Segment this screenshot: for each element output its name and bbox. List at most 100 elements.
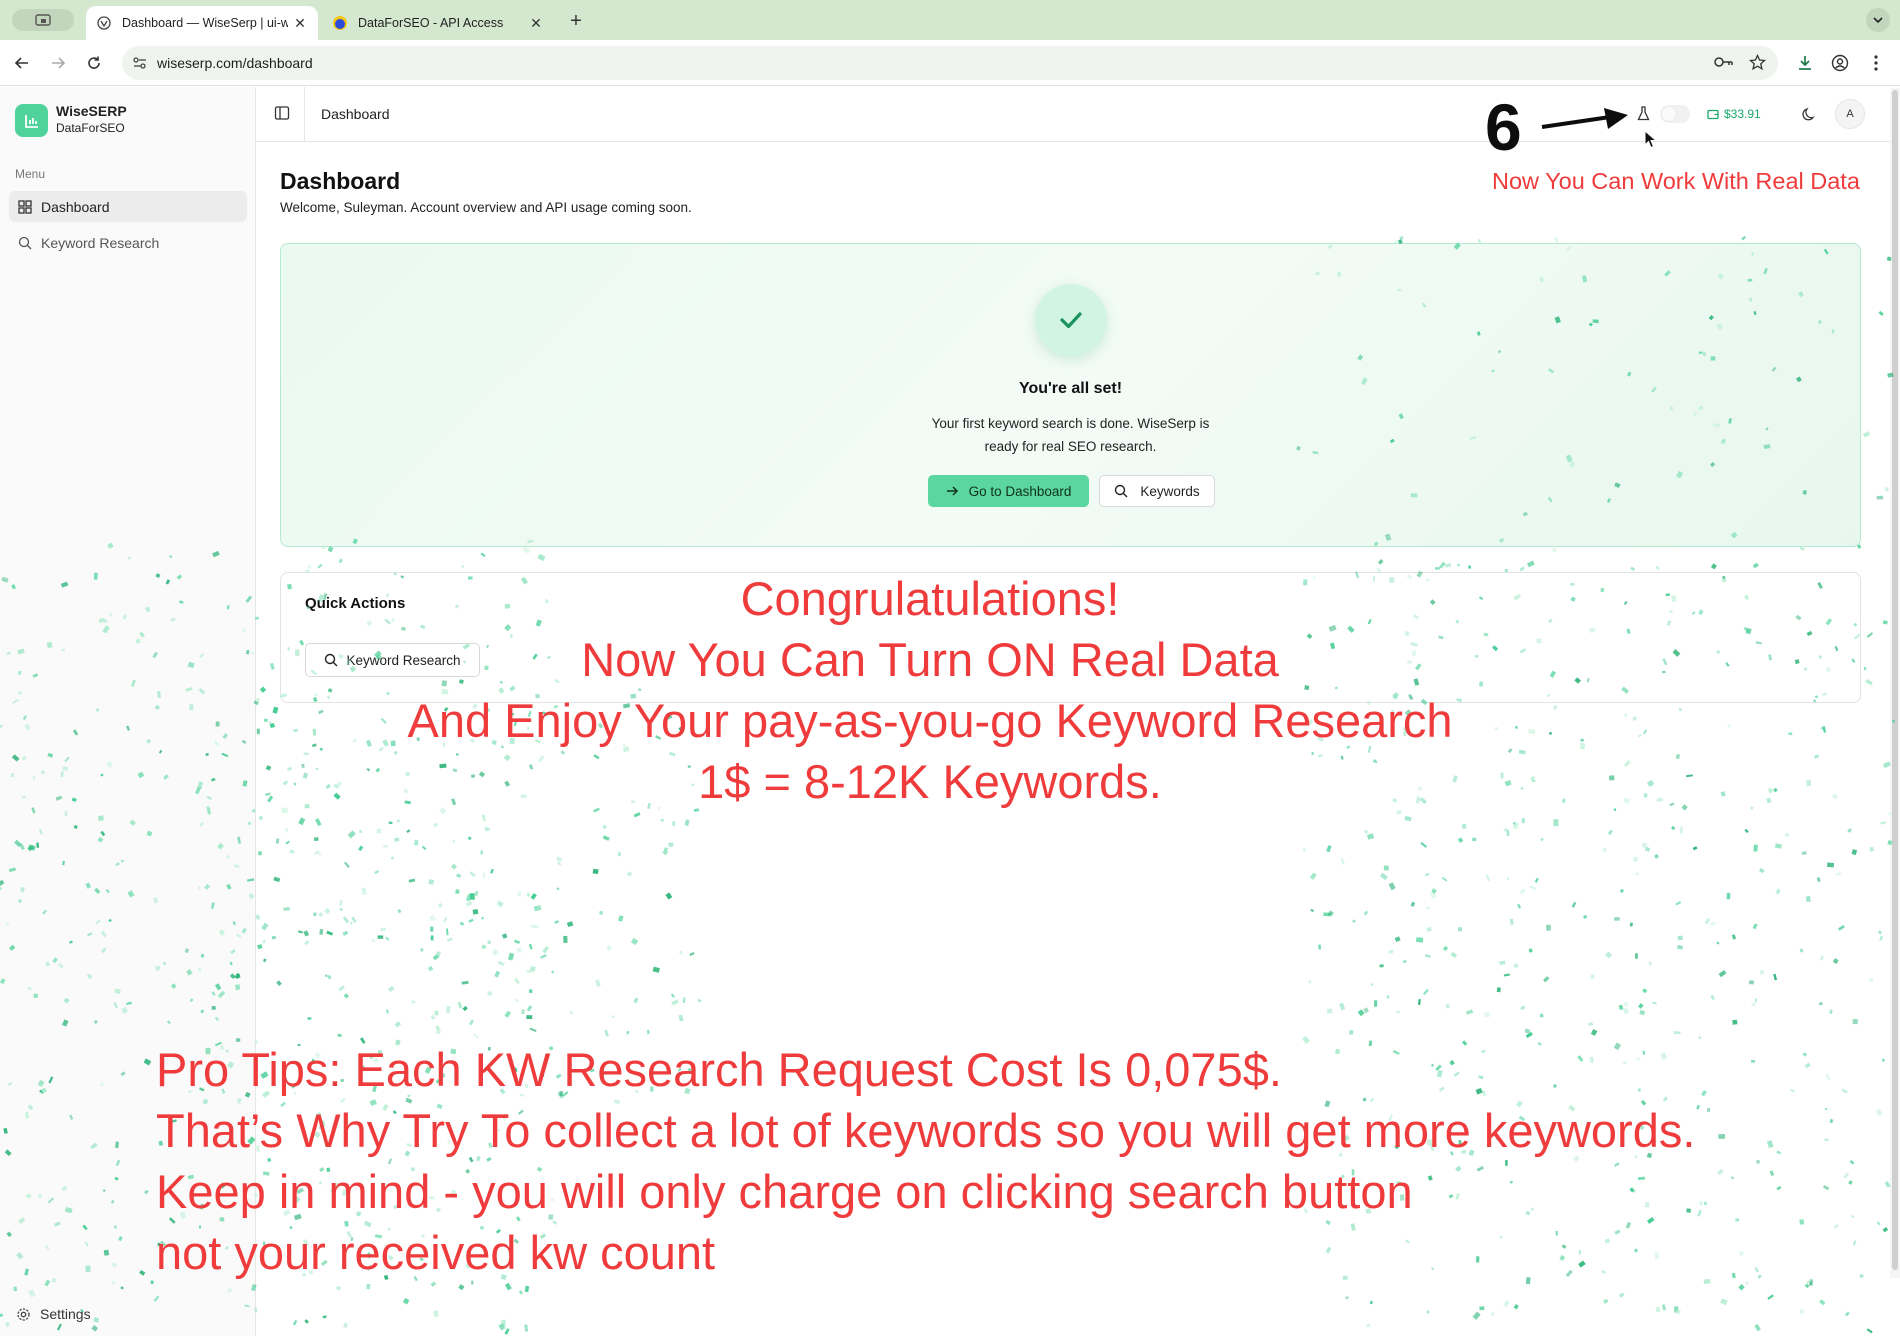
page-scrollbar[interactable] [1890,88,1900,1278]
tab-group-button[interactable] [12,9,74,31]
close-tab-icon[interactable]: ✕ [524,11,548,35]
confetti-piece [1669,802,1675,807]
balance-display[interactable]: $33.91 [1707,107,1761,121]
new-tab-plus-icon[interactable]: + [563,8,589,34]
flask-icon[interactable] [1637,106,1650,126]
confetti-piece [1697,1035,1702,1040]
keywords-button[interactable]: Keywords [1099,475,1215,507]
confetti-piece [1546,924,1551,931]
reload-icon[interactable] [82,51,106,75]
confetti-piece [1774,843,1782,849]
confetti-piece [602,824,607,830]
confetti-piece [396,819,400,823]
confetti-piece [540,954,547,959]
confetti-piece [1677,935,1683,941]
confetti-piece [1766,797,1772,804]
confetti-piece [1496,987,1501,993]
confetti-piece [1824,1138,1829,1141]
confetti-piece [1773,973,1778,981]
success-line-1: Your first keyword search is done. WiseS… [931,416,1210,431]
confetti-piece [1731,934,1737,940]
confetti-piece [1644,1201,1650,1208]
confetti-piece [1767,1294,1774,1300]
confetti-piece [1622,1061,1627,1065]
user-avatar[interactable]: A [1835,99,1865,129]
forward-arrow-icon[interactable] [46,51,70,75]
sidebar-item-keyword-research[interactable]: Keyword Research [9,227,247,258]
confetti-piece [1429,891,1437,899]
browser-tab-wiseserp[interactable]: Dashboard — WiseSerp | ui-w ✕ [86,6,318,40]
scrollbar-thumb[interactable] [1892,90,1898,1270]
real-data-toggle[interactable] [1660,105,1690,123]
confetti-piece [1717,1168,1724,1176]
confetti-piece [1849,1159,1855,1165]
confetti-piece [1735,1218,1740,1222]
confetti-piece [371,939,376,943]
site-settings-icon[interactable] [132,55,148,76]
tab-title: Dashboard — WiseSerp | ui-w [122,16,288,30]
confetti-piece [1327,910,1334,917]
confetti-piece [1420,842,1428,848]
bookmark-star-icon[interactable] [1748,53,1767,76]
profile-icon[interactable] [1828,51,1852,75]
kebab-menu-icon[interactable] [1864,51,1888,75]
header-divider [304,87,305,142]
confetti-piece [1847,827,1853,833]
confetti-piece [258,851,262,856]
tab-search-chevron-icon[interactable] [1866,8,1890,32]
sidebar-item-label: Keyword Research [41,234,160,251]
confetti-piece [554,920,560,924]
confetti-piece [468,918,474,923]
brand-chart-icon [15,104,48,137]
confetti-piece [665,892,673,900]
sidebar-item-settings[interactable]: Settings [16,1306,91,1322]
confetti-piece [1539,1013,1544,1018]
confetti-piece [496,900,504,908]
back-arrow-icon[interactable] [10,51,34,75]
browser-tab-dataforseo[interactable]: DataForSEO - API Access ✕ [322,6,554,40]
confetti-piece [1822,726,1827,733]
confetti-piece [481,814,486,822]
confetti-piece [1302,847,1306,852]
password-key-icon[interactable] [1714,55,1734,74]
confetti-piece [420,948,424,952]
confetti-piece [504,1328,510,1335]
close-tab-icon[interactable]: ✕ [288,11,312,35]
confetti-piece [1363,1007,1369,1014]
confetti-piece [374,869,380,875]
confetti-piece [1472,1311,1481,1320]
success-card: You're all set! Your first keyword searc… [280,243,1861,547]
dark-mode-moon-icon[interactable] [1802,107,1817,127]
confetti-piece [269,722,276,729]
confetti-piece [339,899,343,906]
confetti-piece [1458,927,1463,932]
confetti-piece [473,1033,480,1039]
confetti-piece [1399,235,1404,241]
confetti-piece [435,1029,442,1035]
confetti-piece [529,965,536,973]
confetti-piece [316,850,322,857]
go-to-dashboard-button[interactable]: Go to Dashboard [928,475,1089,507]
confetti-piece [1379,964,1384,968]
download-icon[interactable] [1793,51,1817,75]
confetti-piece [1431,888,1437,894]
confetti-piece [1377,558,1384,565]
confetti-piece [1852,1240,1857,1246]
confetti-piece [411,999,416,1004]
confetti-piece [1635,872,1640,876]
sidebar-toggle-icon[interactable] [274,105,290,126]
address-bar[interactable]: wiseserp.com/dashboard [122,46,1778,80]
confetti-piece [1804,1062,1811,1069]
confetti-piece [1806,1278,1813,1284]
confetti-piece [1422,988,1429,996]
confetti-piece [1528,948,1533,953]
page-title: Dashboard [280,168,401,194]
confetti-piece [1436,1069,1443,1078]
confetti-piece [1820,726,1826,732]
confetti-piece [468,1019,475,1026]
confetti-piece [344,861,350,868]
confetti-piece [1752,923,1758,930]
confetti-piece [1674,1306,1679,1313]
confetti-piece [1410,901,1416,907]
sidebar-item-dashboard[interactable]: Dashboard [9,191,247,222]
